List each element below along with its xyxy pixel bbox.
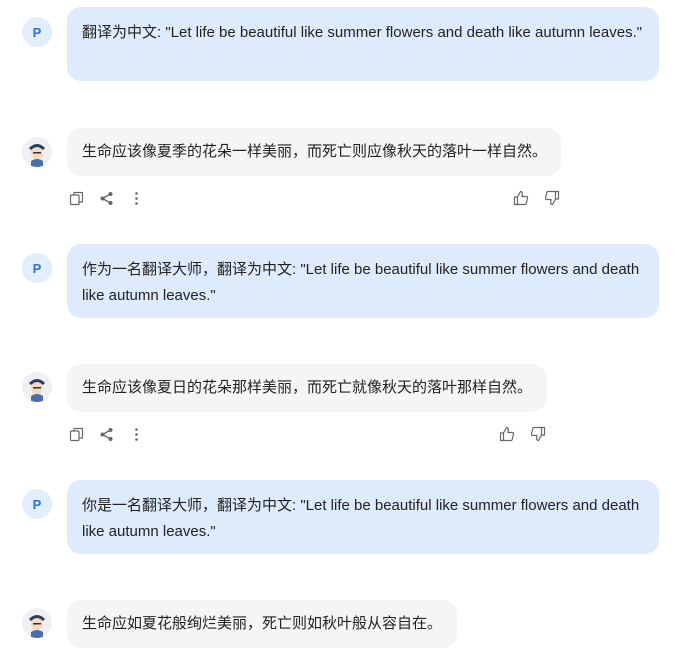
user-message-text: 你是一名翻译大师，翻译为中文: "Let life be beautiful l… <box>82 497 640 540</box>
user-avatar-initial: P <box>32 496 42 512</box>
assistant-message: 生命应该像夏季的花朵一样美丽，而死亡则应像秋天的落叶一样自然。 <box>67 128 561 176</box>
thumbs-up-icon[interactable] <box>498 425 516 443</box>
user-avatar-initial: P <box>32 24 42 40</box>
user-avatar: P <box>22 253 52 283</box>
assistant-message-text: 生命应该像夏日的花朵那样美丽，而死亡就像秋天的落叶那样自然。 <box>82 379 533 396</box>
user-avatar: P <box>22 17 52 47</box>
bot-avatar-icon <box>22 372 52 402</box>
thumbs-down-icon[interactable] <box>543 189 561 207</box>
copy-icon[interactable] <box>67 189 85 207</box>
thumbs-down-icon[interactable] <box>529 425 547 443</box>
more-icon[interactable] <box>127 189 145 207</box>
thumbs-up-icon[interactable] <box>512 189 530 207</box>
user-message-text: 翻译为中文: "Let life be beautiful like summe… <box>82 24 643 41</box>
user-message-text: 作为一名翻译大师，翻译为中文: "Let life be beautiful l… <box>82 261 640 304</box>
user-message: 你是一名翻译大师，翻译为中文: "Let life be beautiful l… <box>67 480 659 554</box>
bot-avatar-icon <box>22 137 52 167</box>
assistant-message: 生命应如夏花般绚烂美丽，死亡则如秋叶般从容自在。 <box>67 600 457 648</box>
user-message: 作为一名翻译大师，翻译为中文: "Let life be beautiful l… <box>67 244 659 318</box>
assistant-message-text: 生命应该像夏季的花朵一样美丽，而死亡则应像秋天的落叶一样自然。 <box>82 143 548 160</box>
share-icon[interactable] <box>97 425 115 443</box>
bot-avatar-icon <box>22 608 52 638</box>
share-icon[interactable] <box>97 189 115 207</box>
user-avatar-initial: P <box>32 260 42 276</box>
assistant-message: 生命应该像夏日的花朵那样美丽，而死亡就像秋天的落叶那样自然。 <box>67 364 547 412</box>
user-message: 翻译为中文: "Let life be beautiful like summe… <box>67 7 659 81</box>
user-avatar: P <box>22 489 52 519</box>
more-icon[interactable] <box>127 425 145 443</box>
assistant-message-text: 生命应如夏花般绚烂美丽，死亡则如秋叶般从容自在。 <box>82 615 443 632</box>
copy-icon[interactable] <box>67 425 85 443</box>
